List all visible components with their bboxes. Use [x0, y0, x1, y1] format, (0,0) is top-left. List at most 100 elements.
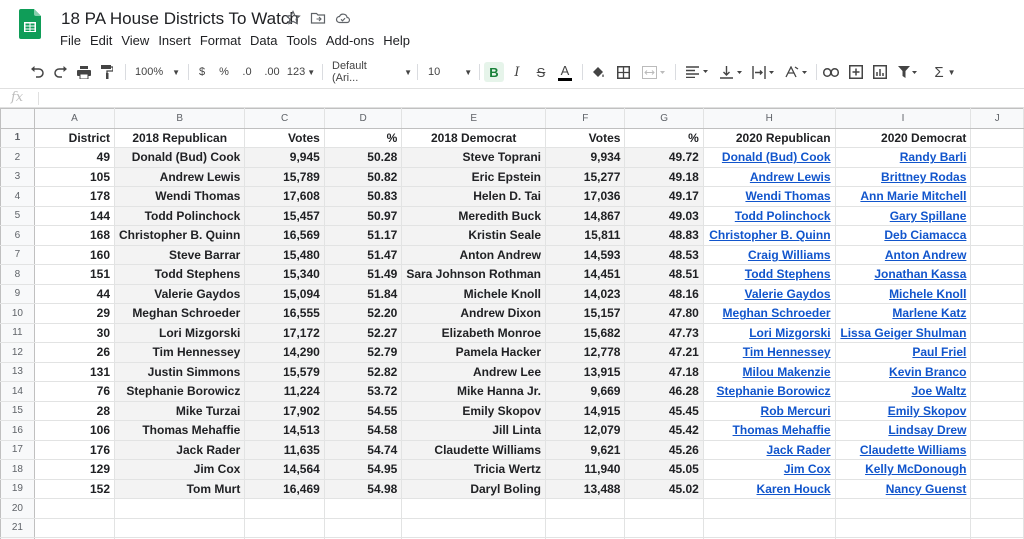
- table-cell[interactable]: 15,157: [545, 303, 626, 324]
- row-header[interactable]: 19: [0, 478, 35, 499]
- header-cell[interactable]: [970, 127, 1024, 148]
- table-cell[interactable]: 76: [33, 381, 116, 402]
- print-icon[interactable]: [75, 58, 93, 86]
- table-cell[interactable]: 49.03: [624, 205, 704, 226]
- table-cell[interactable]: Wendi Thomas: [113, 186, 246, 207]
- table-cell[interactable]: 54.74: [323, 439, 403, 460]
- column-header-d[interactable]: D: [323, 108, 403, 129]
- row-header[interactable]: 6: [0, 225, 35, 246]
- candidate-link-cell[interactable]: Christopher B. Quinn: [702, 225, 836, 246]
- row-header[interactable]: 21: [0, 517, 35, 538]
- table-cell[interactable]: 45.02: [624, 478, 704, 499]
- table-cell[interactable]: 54.58: [323, 420, 403, 441]
- column-header-g[interactable]: G: [624, 108, 704, 129]
- functions-icon[interactable]: Σ ▼: [930, 58, 960, 86]
- table-cell[interactable]: 50.83: [323, 186, 403, 207]
- candidate-link-cell[interactable]: Emily Skopov: [834, 400, 972, 421]
- table-cell[interactable]: Donald (Bud) Cook: [113, 147, 246, 168]
- menu-edit[interactable]: Edit: [90, 33, 112, 48]
- table-cell[interactable]: [970, 244, 1024, 265]
- candidate-link-cell[interactable]: Andrew Lewis: [702, 166, 836, 187]
- table-cell[interactable]: Emily Skopov: [401, 400, 547, 421]
- row-header[interactable]: 9: [0, 283, 35, 304]
- column-header-j[interactable]: J: [970, 108, 1024, 129]
- candidate-link-cell[interactable]: Randy Barli: [834, 147, 972, 168]
- table-cell[interactable]: 15,094: [244, 283, 325, 304]
- table-cell[interactable]: 50.97: [323, 205, 403, 226]
- table-cell[interactable]: 45.05: [624, 459, 704, 480]
- candidate-link-cell[interactable]: Milou Makenzie: [702, 361, 836, 382]
- table-cell[interactable]: 52.79: [323, 342, 403, 363]
- zoom-select[interactable]: 100% ▼: [135, 58, 180, 86]
- table-cell[interactable]: 106: [33, 420, 116, 441]
- table-cell[interactable]: 11,940: [545, 459, 626, 480]
- table-cell[interactable]: 14,023: [545, 283, 626, 304]
- italic-button[interactable]: I: [510, 58, 524, 86]
- insert-comment-icon[interactable]: [847, 58, 865, 86]
- table-cell[interactable]: [970, 361, 1024, 382]
- table-cell[interactable]: 14,451: [545, 264, 626, 285]
- table-cell[interactable]: 51.17: [323, 225, 403, 246]
- candidate-link-cell[interactable]: Valerie Gaydos: [702, 283, 836, 304]
- insert-link-icon[interactable]: [822, 58, 840, 86]
- table-cell[interactable]: [970, 264, 1024, 285]
- table-cell[interactable]: 50.28: [323, 147, 403, 168]
- table-cell[interactable]: 14,513: [244, 420, 325, 441]
- table-cell[interactable]: 47.73: [624, 322, 704, 343]
- table-cell[interactable]: 29: [33, 303, 116, 324]
- row-header[interactable]: 2: [0, 147, 35, 168]
- formula-bar[interactable]: fx: [0, 88, 1024, 108]
- horizontal-align-icon[interactable]: [684, 58, 712, 86]
- table-cell[interactable]: 144: [33, 205, 116, 226]
- table-cell[interactable]: 49.18: [624, 166, 704, 187]
- table-cell[interactable]: 15,682: [545, 322, 626, 343]
- table-cell[interactable]: Christopher B. Quinn: [113, 225, 246, 246]
- candidate-link-cell[interactable]: Nancy Guenst: [834, 478, 972, 499]
- table-cell[interactable]: [970, 225, 1024, 246]
- row-header[interactable]: 18: [0, 459, 35, 480]
- table-cell[interactable]: 48.53: [624, 244, 704, 265]
- table-cell[interactable]: Claudette Williams: [401, 439, 547, 460]
- table-cell[interactable]: 17,172: [244, 322, 325, 343]
- table-cell[interactable]: Michele Knoll: [401, 283, 547, 304]
- candidate-link-cell[interactable]: Kevin Branco: [834, 361, 972, 382]
- table-cell[interactable]: [401, 517, 547, 538]
- table-cell[interactable]: [970, 303, 1024, 324]
- bold-button[interactable]: B: [484, 62, 504, 82]
- table-cell[interactable]: 14,915: [545, 400, 626, 421]
- table-cell[interactable]: Justin Simmons: [113, 361, 246, 382]
- table-cell[interactable]: Lori Mizgorski: [113, 322, 246, 343]
- menu-addons[interactable]: Add-ons: [326, 33, 374, 48]
- table-cell[interactable]: 178: [33, 186, 116, 207]
- table-cell[interactable]: Jim Cox: [113, 459, 246, 480]
- header-cell[interactable]: 2018 Republican: [113, 127, 246, 148]
- table-cell[interactable]: 45.45: [624, 400, 704, 421]
- table-cell[interactable]: 11,224: [244, 381, 325, 402]
- table-cell[interactable]: 15,457: [244, 205, 325, 226]
- table-cell[interactable]: Anton Andrew: [401, 244, 547, 265]
- percent-format-button[interactable]: %: [218, 58, 230, 86]
- table-cell[interactable]: 15,340: [244, 264, 325, 285]
- table-cell[interactable]: 16,569: [244, 225, 325, 246]
- table-cell[interactable]: 52.20: [323, 303, 403, 324]
- table-cell[interactable]: 105: [33, 166, 116, 187]
- candidate-link-cell[interactable]: Jack Rader: [702, 439, 836, 460]
- table-cell[interactable]: Pamela Hacker: [401, 342, 547, 363]
- table-cell[interactable]: 131: [33, 361, 116, 382]
- table-cell[interactable]: 51.47: [323, 244, 403, 265]
- table-cell[interactable]: [970, 283, 1024, 304]
- table-cell[interactable]: Andrew Lewis: [113, 166, 246, 187]
- table-cell[interactable]: Thomas Mehaffie: [113, 420, 246, 441]
- table-cell[interactable]: Mike Turzai: [113, 400, 246, 421]
- table-cell[interactable]: 14,593: [545, 244, 626, 265]
- table-cell[interactable]: 52.82: [323, 361, 403, 382]
- row-header[interactable]: 16: [0, 420, 35, 441]
- table-cell[interactable]: [970, 322, 1024, 343]
- table-cell[interactable]: 50.82: [323, 166, 403, 187]
- header-cell[interactable]: 2020 Republican: [702, 127, 836, 148]
- table-cell[interactable]: Steve Barrar: [113, 244, 246, 265]
- table-cell[interactable]: [323, 498, 403, 519]
- candidate-link-cell[interactable]: Kelly McDonough: [834, 459, 972, 480]
- table-cell[interactable]: [834, 517, 972, 538]
- candidate-link-cell[interactable]: Lori Mizgorski: [702, 322, 836, 343]
